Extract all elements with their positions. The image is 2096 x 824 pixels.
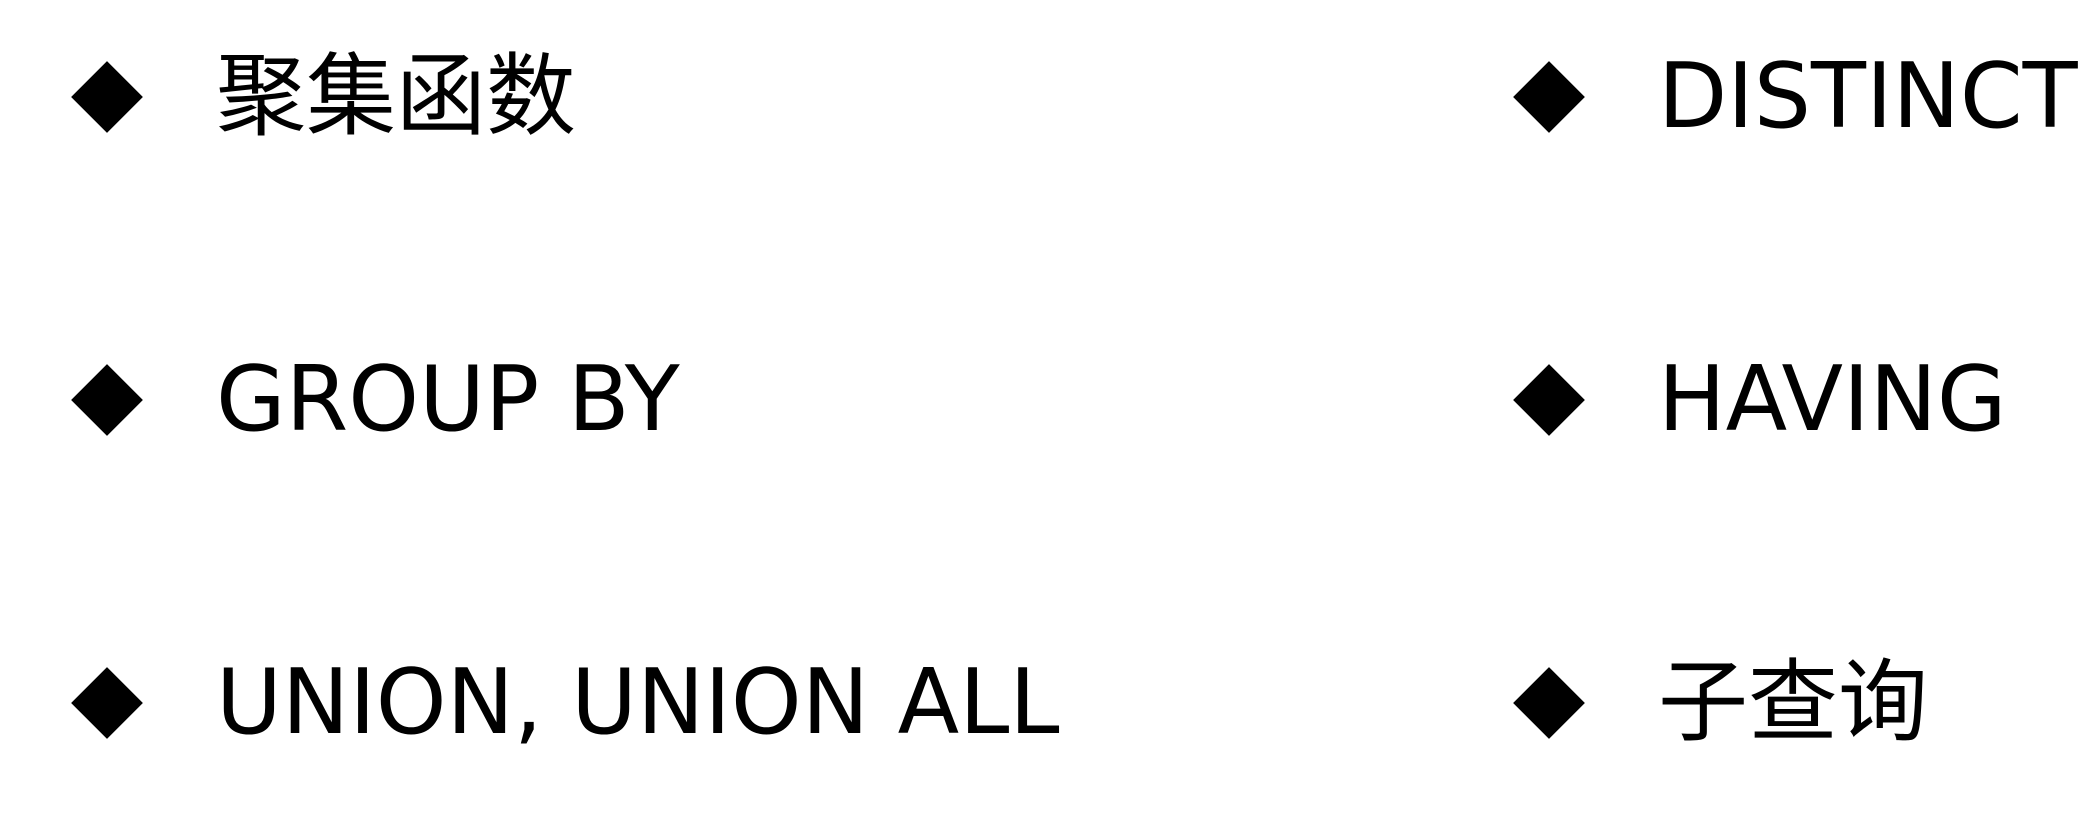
bullet-item-label: GROUP BY (216, 347, 680, 452)
bullet-item-having: HAVING (1508, 345, 2007, 455)
bullet-item-label: HAVING (1658, 347, 2007, 452)
diamond-bullet-icon (1508, 42, 1658, 152)
bullet-item-subquery: 子查询 (1508, 648, 1928, 758)
diamond-bullet-icon (1508, 345, 1658, 455)
bullet-item-label: UNION, UNION ALL (216, 650, 1060, 755)
bullet-item-label: DISTINCT (1658, 44, 2078, 149)
bullet-item-label: 子查询 (1658, 650, 1928, 755)
bullet-item-group-by: GROUP BY (66, 345, 680, 455)
diamond-bullet-icon (66, 345, 216, 455)
diamond-bullet-icon (66, 648, 216, 758)
slide: 聚集函数 DISTINCT GROUP BY HAVING UNION, UNI… (0, 0, 2096, 824)
bullet-item-distinct: DISTINCT (1508, 42, 2078, 152)
diamond-bullet-icon (66, 42, 216, 152)
bullet-item-aggregate-functions: 聚集函数 (66, 42, 576, 152)
diamond-bullet-icon (1508, 648, 1658, 758)
bullet-item-union: UNION, UNION ALL (66, 648, 1060, 758)
bullet-item-label: 聚集函数 (216, 44, 576, 149)
